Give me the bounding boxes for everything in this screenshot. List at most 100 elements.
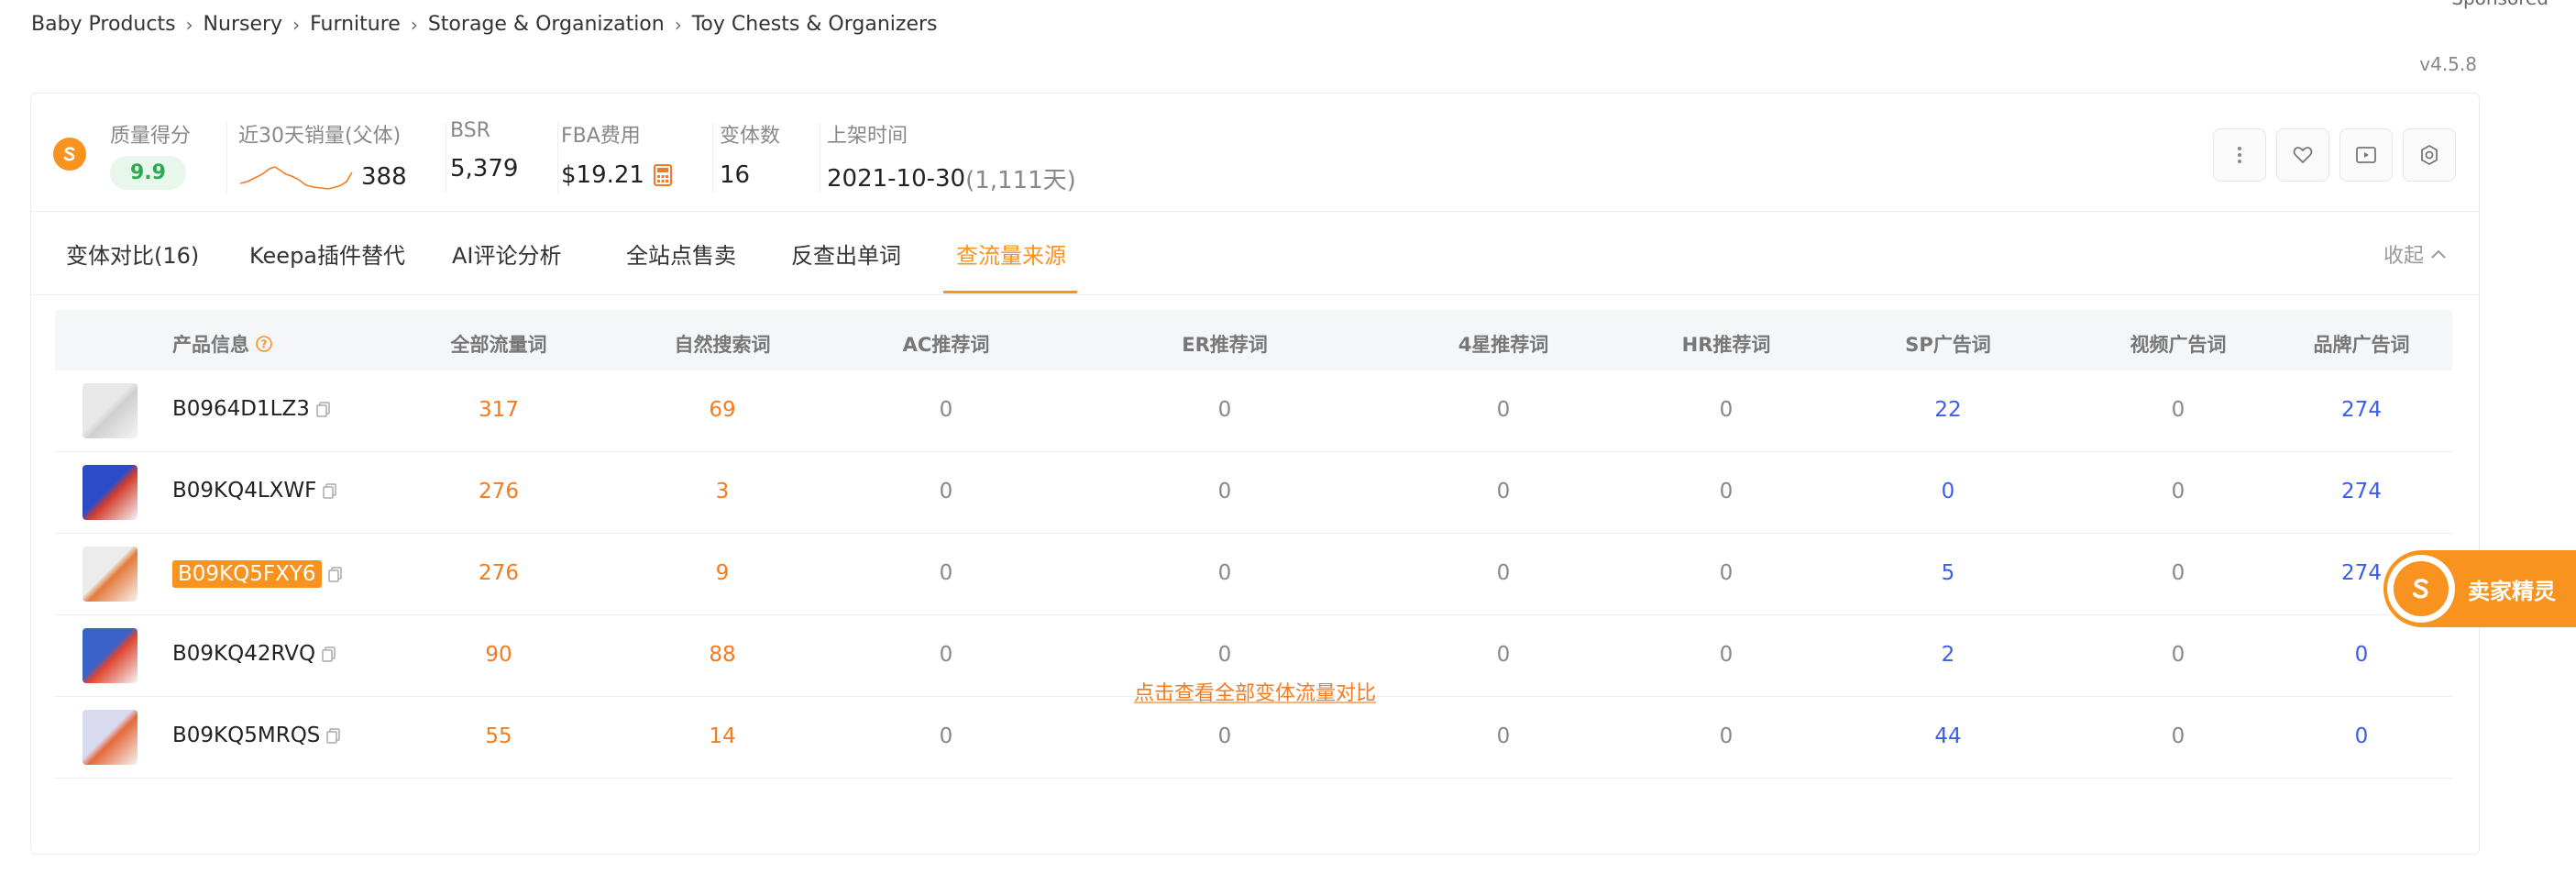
table-row[interactable]: B09KQ4LXWF 276 3 0 0 0 0 0 0 274 (55, 452, 2452, 534)
tab-all-sites[interactable]: 全站点售卖 (626, 238, 736, 270)
breadcrumb-item[interactable]: Storage & Organization (428, 13, 665, 36)
settings-button[interactable] (2403, 128, 2456, 182)
product-thumbnail[interactable] (83, 383, 138, 438)
table-cell: 0 (1217, 480, 1232, 503)
breadcrumb-item[interactable]: Nursery (204, 13, 283, 36)
col-header-ac[interactable]: AC推荐词 (903, 330, 990, 358)
fba-value-row: $19.21 (561, 161, 672, 189)
float-widget-label: 卖家精灵 (2468, 578, 2556, 604)
table-cell[interactable]: 0 (2355, 643, 2369, 667)
table-cell[interactable]: 2 (1942, 643, 1955, 667)
breadcrumb-separator: › (410, 13, 418, 36)
tab-variant-compare[interactable]: 变体对比(16) (66, 238, 199, 270)
col-header-brand-ads[interactable]: 品牌广告词 (2314, 330, 2410, 358)
table-cell: 0 (1496, 398, 1511, 422)
table-cell: 0 (1496, 643, 1511, 667)
sellersprite-float-button[interactable]: 卖家精灵 (2383, 550, 2576, 627)
breadcrumb-item[interactable]: Furniture (310, 13, 401, 36)
tab-reverse-keywords[interactable]: 反查出单词 (791, 238, 901, 270)
asin-text[interactable]: B09KQ5FXY6 (172, 560, 322, 588)
col-header-organic[interactable]: 自然搜索词 (675, 330, 771, 358)
table-cell[interactable]: 274 (2341, 561, 2382, 585)
collapse-button[interactable]: 收起 (2383, 239, 2448, 269)
tab-keepa[interactable]: Keepa插件替代 (249, 238, 405, 270)
quality-score-label: 质量得分 (110, 125, 192, 148)
help-circle-icon[interactable]: ? (255, 335, 273, 353)
table-row[interactable]: B09KQ5FXY6 276 9 0 0 0 0 5 0 274 (55, 534, 2452, 615)
asin-text[interactable]: B09KQ42RVQ (172, 642, 315, 666)
asin-text[interactable]: B09KQ4LXWF (172, 479, 316, 503)
table-cell: 0 (939, 561, 953, 585)
breadcrumb-item[interactable]: Toy Chests & Organizers (692, 13, 938, 36)
table-cell[interactable]: 55 (485, 724, 512, 748)
copy-icon[interactable] (321, 646, 337, 662)
svg-text:?: ? (261, 338, 268, 351)
sponsored-label[interactable]: Sponsored (2451, 0, 2548, 9)
col-header-sp-ads[interactable]: SP广告词 (1905, 330, 1991, 358)
product-asin[interactable]: B09KQ5FXY6 (172, 560, 344, 588)
calculator-icon[interactable] (653, 164, 672, 186)
table-row[interactable]: B0964D1LZ3 317 69 0 0 0 0 22 0 274 (55, 370, 2452, 452)
table-cell[interactable]: 274 (2341, 480, 2382, 503)
asin-text[interactable]: B0964D1LZ3 (172, 397, 310, 421)
sales-label: 近30天销量(父体) (238, 125, 402, 148)
video-button[interactable] (2339, 128, 2393, 182)
col-header-er[interactable]: ER推荐词 (1182, 330, 1268, 358)
table-cell[interactable]: 5 (1942, 561, 1955, 585)
variants-label: 变体数 (720, 125, 781, 148)
product-asin[interactable]: B09KQ42RVQ (172, 642, 337, 666)
table-cell[interactable]: 276 (479, 561, 519, 585)
product-asin[interactable]: B0964D1LZ3 (172, 397, 332, 421)
table-cell: 0 (1719, 480, 1734, 503)
table-cell: 0 (1217, 724, 1232, 748)
asin-text[interactable]: B09KQ5MRQS (172, 724, 320, 747)
tab-ai-review[interactable]: AI评论分析 (452, 238, 562, 270)
table-row[interactable]: B09KQ5MRQS 55 14 0 0 0 0 44 0 0 (55, 697, 2452, 779)
table-cell: 0 (939, 724, 953, 748)
sales-trend-sparkline[interactable] (238, 161, 358, 193)
version-label: v4.5.8 (2419, 53, 2477, 75)
table-cell[interactable]: 88 (709, 643, 735, 667)
table-cell[interactable]: 22 (1934, 398, 1961, 422)
float-logo (2387, 555, 2455, 623)
copy-icon[interactable] (322, 482, 338, 499)
table-cell: 0 (1719, 561, 1734, 585)
more-options-button[interactable] (2213, 128, 2266, 182)
breadcrumb-separator: › (674, 13, 682, 36)
table-cell[interactable]: 9 (716, 561, 730, 585)
table-cell[interactable]: 317 (479, 398, 519, 422)
copy-icon[interactable] (325, 727, 342, 744)
sellersprite-logo-icon (2394, 561, 2449, 616)
product-asin[interactable]: B09KQ4LXWF (172, 479, 338, 503)
col-header-hr[interactable]: HR推荐词 (1682, 330, 1771, 358)
table-cell[interactable]: 14 (709, 724, 735, 748)
table-cell[interactable]: 69 (709, 398, 735, 422)
product-thumbnail[interactable] (83, 710, 138, 765)
copy-icon[interactable] (327, 566, 344, 582)
table-cell: 0 (2171, 724, 2185, 748)
table-cell: 0 (1496, 480, 1511, 503)
view-all-variants-link[interactable]: 点击查看全部变体流量对比 (31, 677, 2479, 706)
fba-label: FBA费用 (561, 125, 641, 148)
col-header-label: 产品信息 (172, 334, 249, 356)
col-header-4star[interactable]: 4星推荐词 (1459, 330, 1549, 358)
product-thumbnail[interactable] (83, 465, 138, 520)
table-cell[interactable]: 3 (716, 480, 730, 503)
breadcrumb-separator: › (185, 13, 193, 36)
favorite-button[interactable] (2276, 128, 2329, 182)
col-header-video-ads[interactable]: 视频广告词 (2130, 330, 2227, 358)
breadcrumb: Baby Products › Nursery › Furniture › St… (31, 13, 938, 36)
table-cell[interactable]: 274 (2341, 398, 2382, 422)
tab-traffic-source[interactable]: 查流量来源 (956, 238, 1066, 270)
breadcrumb-item[interactable]: Baby Products (31, 13, 176, 36)
col-header-all-traffic[interactable]: 全部流量词 (451, 330, 547, 358)
product-thumbnail[interactable] (83, 547, 138, 602)
table-cell[interactable]: 0 (2355, 724, 2369, 748)
table-cell[interactable]: 0 (1942, 480, 1955, 503)
product-asin[interactable]: B09KQ5MRQS (172, 724, 342, 747)
copy-icon[interactable] (315, 401, 332, 417)
table-cell[interactable]: 276 (479, 480, 519, 503)
product-thumbnail[interactable] (83, 628, 138, 683)
table-cell[interactable]: 90 (485, 643, 512, 667)
table-cell[interactable]: 44 (1934, 724, 1961, 748)
